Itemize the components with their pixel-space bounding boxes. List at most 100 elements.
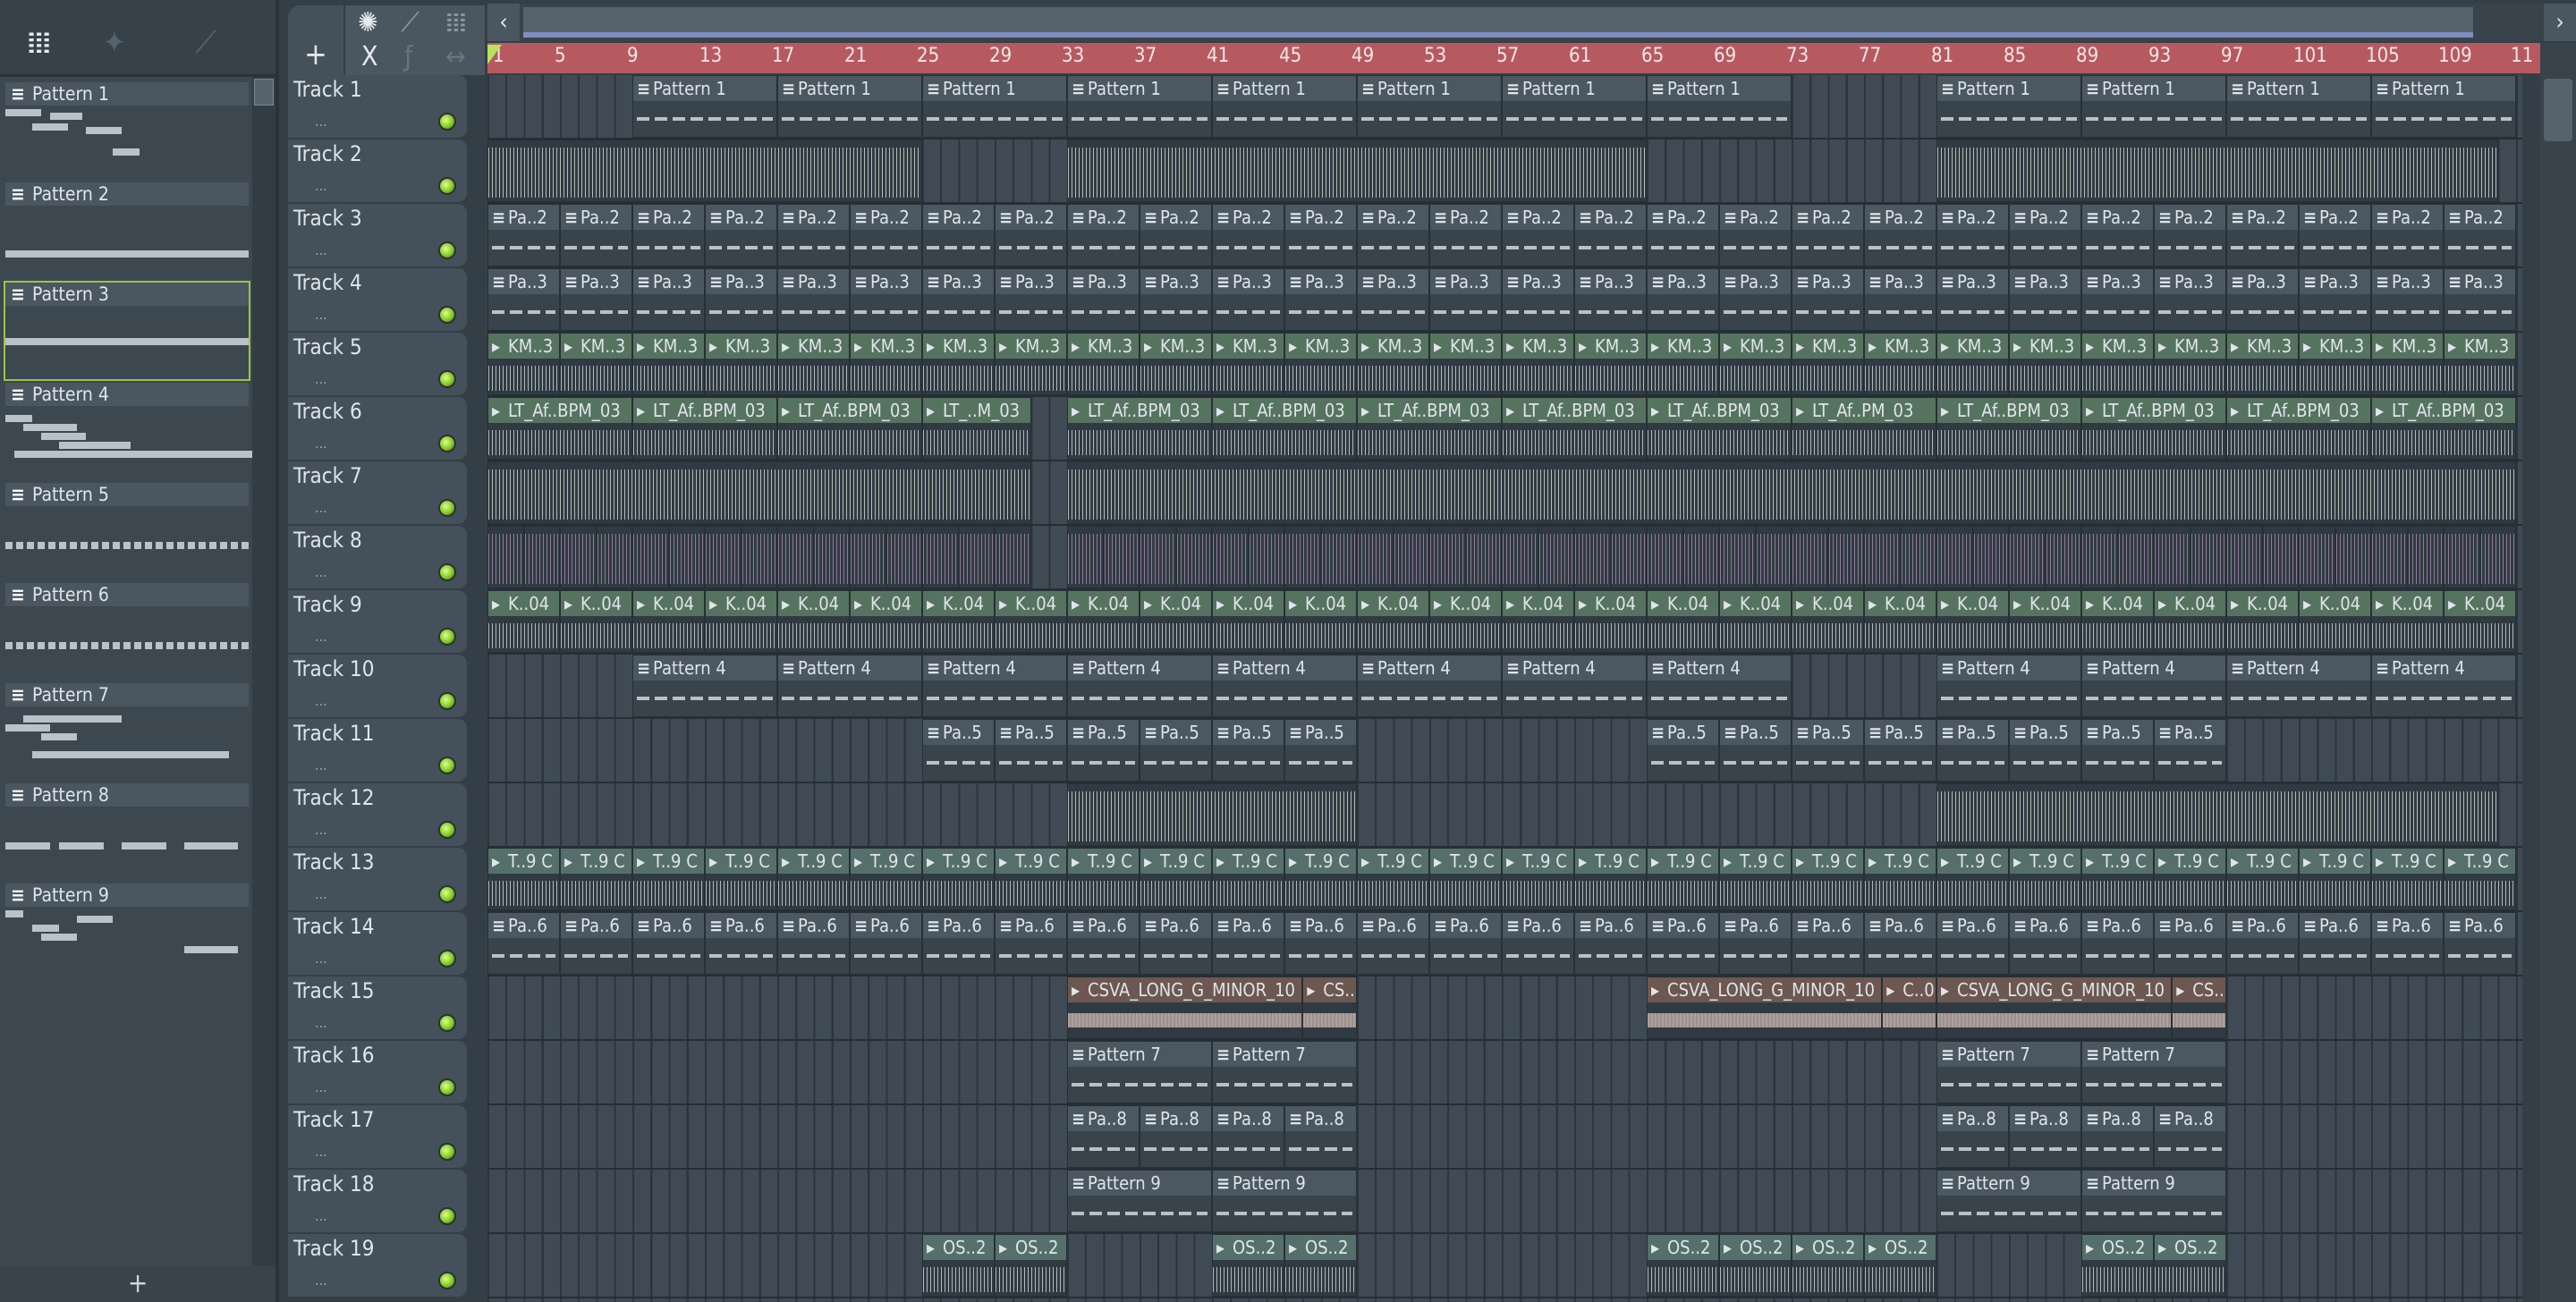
pattern-clip[interactable]: Pattern 4 — [1502, 655, 1647, 717]
track-name[interactable]: Track 16 — [293, 1043, 374, 1068]
audio-clip[interactable]: K..04 — [1212, 590, 1284, 653]
track-mute-led[interactable] — [438, 950, 456, 968]
pattern-clip[interactable]: Pa..3 — [1864, 268, 1936, 331]
audio-clip[interactable]: KM..3 — [777, 333, 850, 395]
audio-clip[interactable]: LT_Af..BPM_03 — [632, 397, 777, 460]
pattern-clip[interactable]: Pattern 1 — [1357, 75, 1502, 138]
track-lane[interactable] — [487, 783, 2522, 848]
pattern-clip[interactable]: Pa..6 — [560, 912, 632, 975]
track-header[interactable]: Track 10... — [288, 655, 467, 717]
audio-clip[interactable]: KM..3 — [1357, 333, 1429, 395]
track-header[interactable]: Track 3... — [288, 204, 467, 266]
audio-clip[interactable] — [958, 526, 995, 588]
track-menu-dots[interactable]: ... — [315, 1014, 327, 1031]
audio-clip[interactable]: OS..2 — [1647, 1234, 1719, 1297]
pattern-clip[interactable]: Pa..6 — [1140, 912, 1212, 975]
automation-icon[interactable]: ⟋ — [195, 25, 216, 61]
audio-clip[interactable] — [1574, 526, 1611, 588]
audio-clip[interactable]: LT_Af..BPM_03 — [1067, 397, 1212, 460]
audio-clip[interactable]: K..04 — [632, 590, 705, 653]
track-lane[interactable]: Pa..3Pa..3Pa..3Pa..3Pa..3Pa..3Pa..3Pa..3… — [487, 268, 2522, 333]
pattern-clip[interactable]: Pa..2 — [850, 204, 922, 266]
pattern-clip[interactable]: Pa..2 — [1140, 204, 1212, 266]
track-mute-led[interactable] — [438, 821, 456, 839]
audio-clip[interactable]: K..04 — [1936, 590, 2009, 653]
pattern-clip[interactable]: Pa..6 — [1936, 912, 2009, 975]
pattern-clip[interactable]: Pa..6 — [2299, 912, 2371, 975]
audio-clip[interactable]: T..9 C — [1284, 848, 1357, 910]
audio-clip[interactable] — [1900, 526, 1936, 588]
audio-clip[interactable]: T..9 C — [2444, 848, 2516, 910]
pattern-clip[interactable]: Pa..2 — [1719, 204, 1792, 266]
pattern-clip[interactable]: Pa..3 — [1792, 268, 1864, 331]
pattern-clip[interactable]: Pa..3 — [777, 268, 850, 331]
pattern-clip[interactable]: Pa..5 — [2154, 719, 2226, 782]
track-menu-dots[interactable]: ... — [315, 177, 327, 194]
picker-scrollbar[interactable] — [252, 77, 275, 1266]
track-menu-dots[interactable]: ... — [315, 1143, 327, 1160]
pattern-clip[interactable]: Pa..8 — [1067, 1105, 1140, 1168]
audio-clip[interactable]: K..04 — [2081, 590, 2154, 653]
pattern-clip[interactable]: Pa..3 — [1357, 268, 1429, 331]
audio-clip[interactable] — [1140, 526, 1176, 588]
audio-clip[interactable]: K..04 — [2299, 590, 2371, 653]
audio-clip[interactable]: K..04 — [487, 590, 560, 653]
audio-clip[interactable] — [850, 526, 886, 588]
audio-clip[interactable]: KM..3 — [1719, 333, 1792, 395]
pattern-clip[interactable]: Pa..5 — [1647, 719, 1719, 782]
audio-clip[interactable]: T..9 C — [1357, 848, 1429, 910]
pattern-clip[interactable]: Pa..8 — [2081, 1105, 2154, 1168]
audio-clip[interactable]: K..04 — [2371, 590, 2444, 653]
track-name[interactable]: Track 12 — [293, 785, 374, 810]
track-name[interactable]: Track 10 — [293, 656, 374, 681]
audio-clip[interactable] — [813, 526, 850, 588]
audio-clip[interactable] — [2334, 526, 2371, 588]
pattern-clip[interactable]: Pa..8 — [1140, 1105, 1212, 1168]
audio-clip[interactable] — [1610, 526, 1647, 588]
pattern-clip[interactable]: Pa..2 — [560, 204, 632, 266]
track-menu-dots[interactable]: ... — [315, 757, 327, 774]
pattern-clip[interactable]: Pa..3 — [1502, 268, 1574, 331]
audio-clip[interactable]: KM..3 — [560, 333, 632, 395]
audio-clip[interactable]: K..04 — [705, 590, 777, 653]
pattern-clip[interactable]: Pattern 4 — [777, 655, 922, 717]
pattern-item[interactable]: Pattern 4 — [5, 383, 258, 479]
pattern-clip[interactable]: Pa..3 — [1574, 268, 1647, 331]
track-header[interactable]: Track 8... — [288, 526, 467, 588]
pattern-clip[interactable]: Pa..2 — [1212, 204, 1284, 266]
audio-clip[interactable]: K..04 — [2444, 590, 2516, 653]
track-mute-led[interactable] — [438, 370, 456, 388]
pattern-clip[interactable]: Pa..2 — [1067, 204, 1140, 266]
track-menu-dots[interactable]: ... — [315, 885, 327, 902]
audio-clip[interactable] — [1393, 526, 1429, 588]
audio-clip[interactable] — [1429, 526, 1466, 588]
audio-clip[interactable] — [1936, 526, 1973, 588]
track-header[interactable]: Track 13... — [288, 848, 467, 910]
audio-clip[interactable]: T..9 C — [1574, 848, 1647, 910]
pattern-clip[interactable]: Pa..6 — [1357, 912, 1429, 975]
pattern-clip[interactable]: Pa..3 — [2226, 268, 2299, 331]
timeline-ruler[interactable]: 1 5 9 13 17 21 25 29 33 37 41 45 49 53 57 61 65 69 73 77 81 8… — [487, 43, 2545, 73]
pattern-clip[interactable]: Pa..3 — [1067, 268, 1140, 331]
audio-clip[interactable]: LT_Af..BPM_03 — [2371, 397, 2516, 460]
pattern-clip[interactable]: Pa..3 — [2009, 268, 2081, 331]
audio-clip[interactable]: LT_Af..BPM_03 — [2226, 397, 2371, 460]
audio-clip[interactable]: OS..2 — [2081, 1234, 2154, 1297]
track-menu-dots[interactable]: ... — [315, 113, 327, 130]
pattern-clip[interactable]: Pa..5 — [1792, 719, 1864, 782]
track-menu-dots[interactable]: ... — [315, 435, 327, 452]
curve-icon[interactable]: ƒ — [404, 41, 413, 72]
audio-clip[interactable]: LT_..M_03 — [922, 397, 1031, 460]
audio-clip[interactable]: K..04 — [1574, 590, 1647, 653]
track-menu-dots[interactable]: ... — [315, 1272, 327, 1289]
track-mute-led[interactable] — [438, 885, 456, 903]
audio-clip[interactable]: T..9 C — [1864, 848, 1936, 910]
audio-clip[interactable]: T..9 C — [922, 848, 995, 910]
pattern-clip[interactable]: Pa..2 — [1574, 204, 1647, 266]
pattern-item[interactable]: Pattern 3 — [4, 281, 250, 381]
pattern-clip[interactable]: Pattern 4 — [922, 655, 1067, 717]
track-name[interactable]: Track 13 — [293, 850, 374, 875]
pattern-clip[interactable]: Pa..8 — [2154, 1105, 2226, 1168]
audio-clip[interactable] — [1936, 783, 2498, 846]
audio-clip[interactable] — [705, 526, 741, 588]
